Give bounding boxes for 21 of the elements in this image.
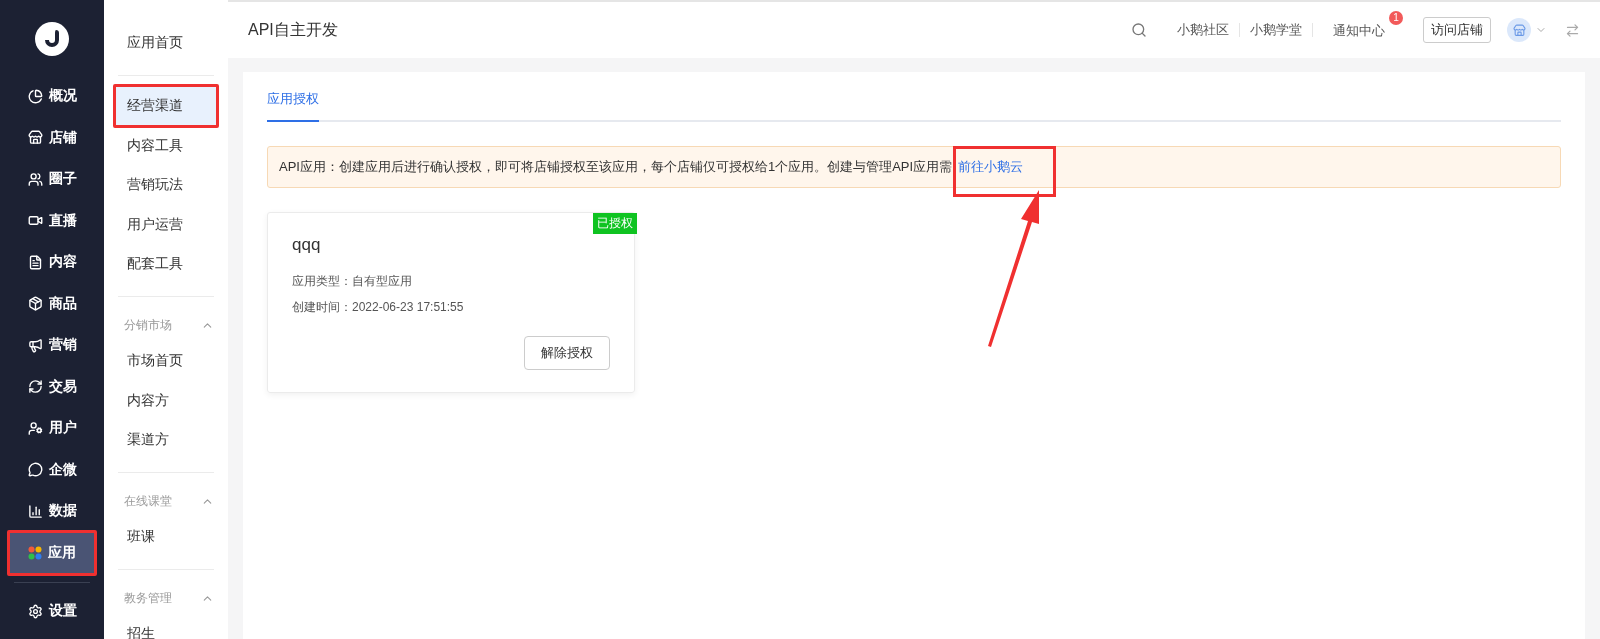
app-field: 应用类型：自有型应用 xyxy=(292,273,610,290)
tab[interactable]: 应用授权 xyxy=(267,86,319,122)
group-title: 在线课堂 xyxy=(124,492,172,510)
header-link[interactable]: 小鹅社区 xyxy=(1167,23,1240,37)
status-tag: 已授权 xyxy=(593,213,637,234)
header-link[interactable]: 通知中心 xyxy=(1323,23,1395,38)
app-field: 创建时间：2022-06-23 17:51:55 xyxy=(292,299,610,316)
notification-badge: 1 xyxy=(1389,11,1403,25)
page-title: API自主开发 xyxy=(248,19,339,40)
notice-link[interactable]: 前往小鹅云 xyxy=(953,146,1057,197)
group-title: 分销市场 xyxy=(124,316,172,334)
group-title: 教务管理 xyxy=(124,589,172,607)
nav-item[interactable]: 应用 xyxy=(7,529,97,576)
submenu-item[interactable]: 班课 xyxy=(113,515,219,559)
submenu-item[interactable]: 经营渠道 xyxy=(113,84,219,128)
app-name: qqq xyxy=(292,235,322,255)
submenu-item[interactable]: 应用首页 xyxy=(113,21,219,65)
revoke-button[interactable]: 解除授权 xyxy=(524,336,610,370)
nav-item[interactable]: 设置 xyxy=(7,588,97,634)
header-link[interactable]: 小鹅学堂 xyxy=(1240,23,1313,37)
visit-store-button[interactable]: 访问店铺 xyxy=(1423,17,1491,43)
